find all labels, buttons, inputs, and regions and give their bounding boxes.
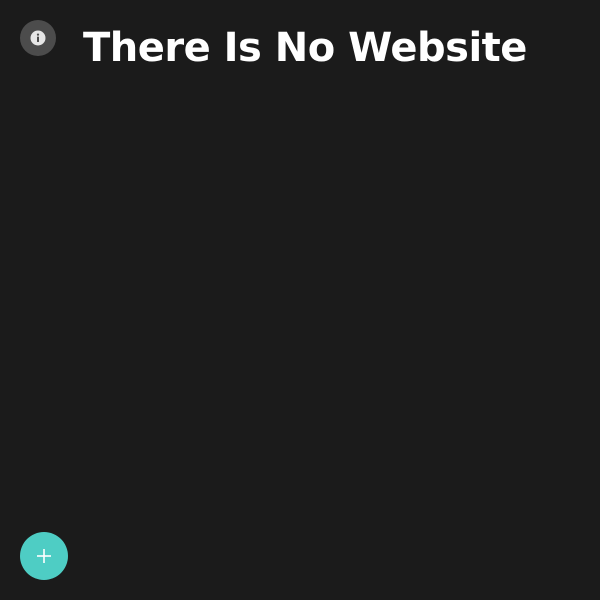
add-button[interactable]	[20, 532, 68, 580]
page-title: There Is No Website	[83, 25, 527, 71]
plus-icon	[37, 549, 51, 563]
info-button[interactable]	[20, 20, 56, 56]
app-screen: There Is No Website	[0, 0, 600, 600]
info-icon	[30, 30, 46, 46]
